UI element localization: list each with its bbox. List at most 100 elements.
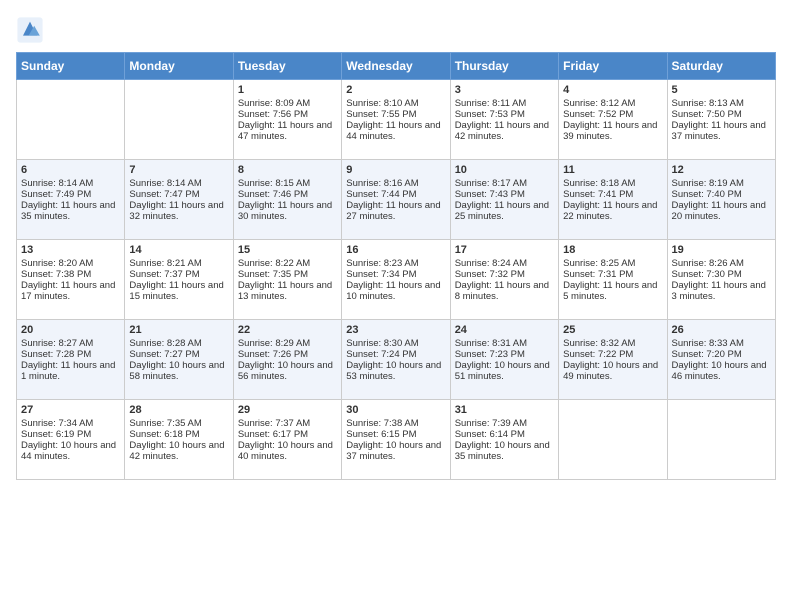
empty-cell: [559, 400, 667, 480]
sunrise-text: Sunrise: 8:13 AM: [672, 98, 771, 109]
sunset-text: Sunset: 7:43 PM: [455, 189, 554, 200]
daylight-text: Daylight: 11 hours and 15 minutes.: [129, 280, 228, 302]
day-number: 15: [238, 244, 337, 256]
daylight-text: Daylight: 11 hours and 35 minutes.: [21, 200, 120, 222]
sunrise-text: Sunrise: 8:28 AM: [129, 338, 228, 349]
day-cell-15: 15 Sunrise: 8:22 AMSunset: 7:35 PMDayligh…: [233, 240, 341, 320]
weekday-header-tuesday: Tuesday: [233, 53, 341, 80]
sunset-text: Sunset: 7:34 PM: [346, 269, 445, 280]
day-cell-16: 16Sunrise: 8:23 AMSunset: 7:34 PMDayligh…: [342, 240, 450, 320]
day-cell-20: 20Sunrise: 8:27 AMSunset: 7:28 PMDayligh…: [17, 320, 125, 400]
daylight-text: Daylight: 10 hours and 44 minutes.: [21, 440, 120, 462]
day-number: 27: [21, 404, 120, 416]
day-cell-17: 17 Sunrise: 8:24 AMSunset: 7:32 PMDayligh…: [450, 240, 558, 320]
weekday-header-sunday: Sunday: [17, 53, 125, 80]
day-number: 22: [238, 324, 337, 336]
day-number: 6: [21, 164, 120, 176]
day-number: 8: [238, 164, 337, 176]
sunset-text: Sunset: 7:32 PM: [455, 269, 554, 280]
sunrise-text: Sunrise: 8:22 AM: [238, 258, 337, 269]
sunrise-text: Sunrise: 8:32 AM: [563, 338, 662, 349]
daylight-text: Daylight: 11 hours and 8 minutes.: [455, 280, 554, 302]
day-number: 11: [563, 164, 662, 176]
daylight-text: Daylight: 10 hours and 53 minutes.: [346, 360, 445, 382]
sunrise-text: Sunrise: 8:11 AM: [455, 98, 554, 109]
day-cell-5: 5Sunrise: 8:13 AMSunset: 7:50 PMDaylight…: [667, 80, 775, 160]
page-header: [16, 16, 776, 44]
daylight-text: Daylight: 11 hours and 20 minutes.: [672, 200, 771, 222]
sunrise-text: Sunrise: 7:39 AM: [455, 418, 554, 429]
sunset-text: Sunset: 7:44 PM: [346, 189, 445, 200]
daylight-text: Daylight: 11 hours and 5 minutes.: [563, 280, 662, 302]
day-cell-6: 6Sunrise: 8:14 AMSunset: 7:49 PMDaylight…: [17, 160, 125, 240]
daylight-text: Daylight: 11 hours and 1 minute.: [21, 360, 120, 382]
sunset-text: Sunset: 6:17 PM: [238, 429, 337, 440]
day-number: 28: [129, 404, 228, 416]
sunrise-text: Sunrise: 8:30 AM: [346, 338, 445, 349]
day-cell-25: 25Sunrise: 8:32 AMSunset: 7:22 PMDayligh…: [559, 320, 667, 400]
day-number: 12: [672, 164, 771, 176]
day-cell-9: 9Sunrise: 8:16 AMSunset: 7:44 PMDaylight…: [342, 160, 450, 240]
sunrise-text: Sunrise: 7:38 AM: [346, 418, 445, 429]
week-row-2: 6Sunrise: 8:14 AMSunset: 7:49 PMDaylight…: [17, 160, 776, 240]
day-number: 13: [21, 244, 120, 256]
daylight-text: Daylight: 11 hours and 13 minutes.: [238, 280, 337, 302]
day-number: 19: [672, 244, 771, 256]
day-cell-30: 30Sunrise: 7:38 AMSunset: 6:15 PMDayligh…: [342, 400, 450, 480]
day-cell-8: 8Sunrise: 8:15 AMSunset: 7:46 PMDaylight…: [233, 160, 341, 240]
sunrise-text: Sunrise: 8:17 AM: [455, 178, 554, 189]
sunrise-text: Sunrise: 7:34 AM: [21, 418, 120, 429]
weekday-header-monday: Monday: [125, 53, 233, 80]
sunset-text: Sunset: 7:20 PM: [672, 349, 771, 360]
day-number: 26: [672, 324, 771, 336]
sunset-text: Sunset: 7:47 PM: [129, 189, 228, 200]
sunrise-text: Sunrise: 8:15 AM: [238, 178, 337, 189]
day-number: 10: [455, 164, 554, 176]
day-number: 20: [21, 324, 120, 336]
day-cell-2: 2Sunrise: 8:10 AMSunset: 7:55 PMDaylight…: [342, 80, 450, 160]
empty-cell: [667, 400, 775, 480]
sunset-text: Sunset: 7:49 PM: [21, 189, 120, 200]
sunset-text: Sunset: 7:56 PM: [238, 109, 337, 120]
day-number: 24: [455, 324, 554, 336]
empty-cell: [17, 80, 125, 160]
sunrise-text: Sunrise: 8:09 AM: [238, 98, 337, 109]
daylight-text: Daylight: 10 hours and 40 minutes.: [238, 440, 337, 462]
sunset-text: Sunset: 7:40 PM: [672, 189, 771, 200]
logo: [16, 16, 48, 44]
weekday-header-wednesday: Wednesday: [342, 53, 450, 80]
day-number: 17: [455, 244, 554, 256]
daylight-text: Daylight: 11 hours and 37 minutes.: [672, 120, 771, 142]
sunrise-text: Sunrise: 8:24 AM: [455, 258, 554, 269]
day-number: 23: [346, 324, 445, 336]
sunset-text: Sunset: 7:35 PM: [238, 269, 337, 280]
day-cell-19: 19Sunrise: 8:26 AMSunset: 7:30 PMDayligh…: [667, 240, 775, 320]
sunrise-text: Sunrise: 8:21 AM: [129, 258, 228, 269]
sunset-text: Sunset: 7:37 PM: [129, 269, 228, 280]
sunrise-text: Sunrise: 8:19 AM: [672, 178, 771, 189]
daylight-text: Daylight: 11 hours and 22 minutes.: [563, 200, 662, 222]
calendar-table: SundayMondayTuesdayWednesdayThursdayFrid…: [16, 52, 776, 480]
day-number: 1: [238, 84, 337, 96]
sunset-text: Sunset: 7:27 PM: [129, 349, 228, 360]
weekday-header-friday: Friday: [559, 53, 667, 80]
day-cell-10: 10Sunrise: 8:17 AMSunset: 7:43 PMDayligh…: [450, 160, 558, 240]
daylight-text: Daylight: 11 hours and 10 minutes.: [346, 280, 445, 302]
daylight-text: Daylight: 10 hours and 46 minutes.: [672, 360, 771, 382]
sunset-text: Sunset: 7:50 PM: [672, 109, 771, 120]
sunrise-text: Sunrise: 8:33 AM: [672, 338, 771, 349]
sunset-text: Sunset: 7:23 PM: [455, 349, 554, 360]
sunset-text: Sunset: 7:28 PM: [21, 349, 120, 360]
sunrise-text: Sunrise: 8:29 AM: [238, 338, 337, 349]
day-number: 30: [346, 404, 445, 416]
daylight-text: Daylight: 11 hours and 30 minutes.: [238, 200, 337, 222]
day-cell-31: 31Sunrise: 7:39 AMSunset: 6:14 PMDayligh…: [450, 400, 558, 480]
daylight-text: Daylight: 10 hours and 35 minutes.: [455, 440, 554, 462]
sunset-text: Sunset: 7:22 PM: [563, 349, 662, 360]
daylight-text: Daylight: 10 hours and 58 minutes.: [129, 360, 228, 382]
day-cell-11: 11Sunrise: 8:18 AMSunset: 7:41 PMDayligh…: [559, 160, 667, 240]
sunrise-text: Sunrise: 8:31 AM: [455, 338, 554, 349]
sunset-text: Sunset: 7:53 PM: [455, 109, 554, 120]
day-number: 7: [129, 164, 228, 176]
day-cell-18: 18Sunrise: 8:25 AMSunset: 7:31 PMDayligh…: [559, 240, 667, 320]
